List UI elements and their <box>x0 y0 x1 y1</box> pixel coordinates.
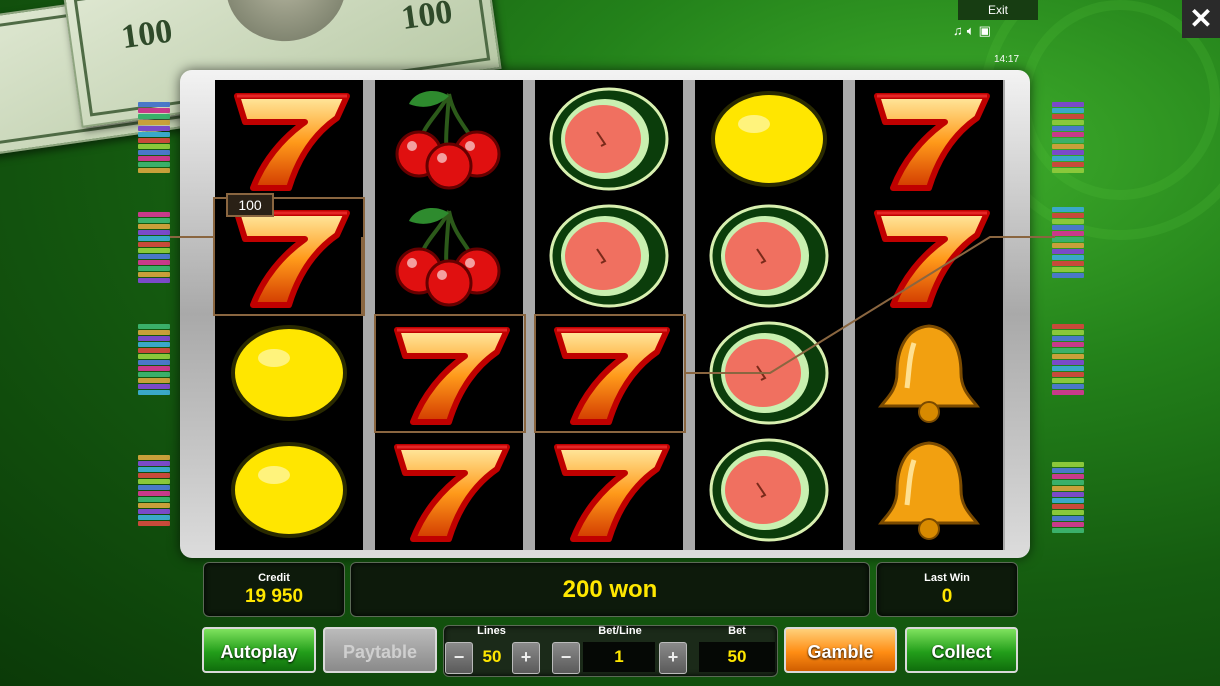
bet-label: Bet <box>728 625 746 637</box>
lines-plus-button[interactable]: + <box>512 642 540 674</box>
bet-line-plus-button[interactable]: + <box>659 642 687 674</box>
credit-panel: Credit 19 950 <box>203 562 345 617</box>
bell-symbol <box>855 431 1003 548</box>
bet-value: 50 <box>699 642 775 672</box>
cherry-symbol <box>375 197 523 314</box>
line-marker <box>1052 102 1084 174</box>
autoplay-button[interactable]: Autoplay <box>202 627 316 673</box>
clock: 14:17 <box>994 54 1020 65</box>
watermelon-symbol <box>695 431 843 548</box>
paytable-button[interactable]: Paytable <box>323 627 437 673</box>
gamble-button[interactable]: Gamble <box>784 627 897 673</box>
win-message: 200 won <box>562 576 658 603</box>
credit-label: Credit <box>258 572 290 584</box>
line-marker <box>138 324 170 396</box>
last-win-label: Last Win <box>924 572 970 584</box>
line-marker <box>138 455 170 527</box>
watermelon-symbol <box>695 314 843 431</box>
sound-icon[interactable]: 🔈︎ <box>967 23 979 38</box>
watermelon-symbol <box>535 80 683 197</box>
line-marker <box>138 212 170 284</box>
win-highlight <box>374 314 526 433</box>
watermelon-symbol <box>695 197 843 314</box>
exit-button[interactable]: Exit <box>958 0 1038 20</box>
settings-icons: ♫🔈︎▣ <box>953 23 995 39</box>
win-highlight <box>534 314 686 433</box>
credit-value: 19 950 <box>244 586 304 607</box>
cherry-symbol <box>375 80 523 197</box>
win-line-label: 100 <box>226 193 274 217</box>
music-icon[interactable]: ♫ <box>953 23 967 38</box>
lines-label: Lines <box>477 625 506 637</box>
reel-4 <box>695 80 843 550</box>
line-marker <box>1052 207 1084 279</box>
seven-symbol <box>855 80 1003 197</box>
fullscreen-icon[interactable]: ▣ <box>979 23 995 38</box>
bet-line-value: 1 <box>583 642 655 672</box>
lemon-symbol <box>215 431 363 548</box>
lines-minus-button[interactable]: − <box>445 642 473 674</box>
lemon-symbol <box>215 314 363 431</box>
seven-symbol <box>855 197 1003 314</box>
close-icon[interactable]: ✕ <box>1182 0 1220 38</box>
lines-value: 50 <box>482 647 502 666</box>
collect-button[interactable]: Collect <box>905 627 1018 673</box>
bet-line-label: Bet/Line <box>598 625 642 637</box>
watermelon-symbol <box>535 197 683 314</box>
lemon-symbol <box>695 80 843 197</box>
last-win-panel: Last Win 0 <box>876 562 1018 617</box>
line-marker <box>1052 462 1084 534</box>
reel-5 <box>855 80 1003 550</box>
line-marker <box>1052 324 1084 396</box>
seven-symbol <box>215 80 363 197</box>
seven-symbol <box>535 431 683 548</box>
bell-symbol <box>855 314 1003 431</box>
line-marker <box>138 102 170 174</box>
bet-line-minus-button[interactable]: − <box>552 642 580 674</box>
message-panel: 200 won <box>350 562 870 617</box>
seven-symbol <box>375 431 523 548</box>
last-win-value: 0 <box>941 586 953 607</box>
